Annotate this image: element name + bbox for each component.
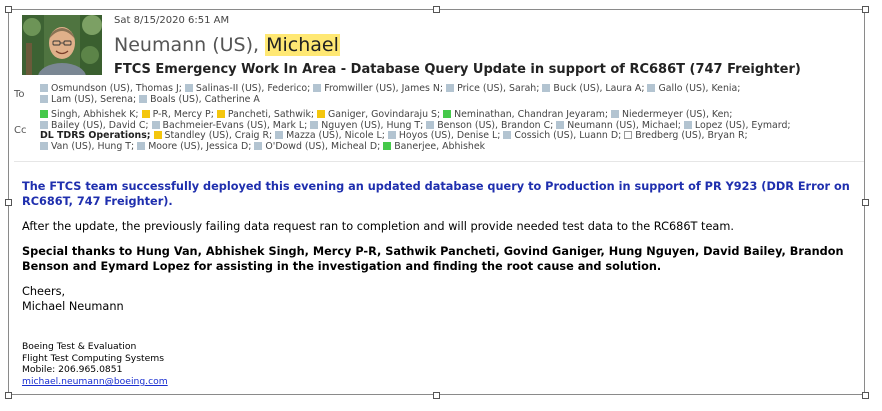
recipient-cossich[interactable]: Cossich (US), Luann D;	[503, 130, 621, 141]
sender-avatar	[22, 15, 102, 75]
recipient-mazza[interactable]: Mazza (US), Nicole L;	[275, 130, 385, 141]
signature-line2: Flight Test Computing Systems	[22, 352, 164, 364]
recipient-lopez[interactable]: Lopez (US), Eymard;	[683, 120, 791, 131]
presence-icon	[542, 84, 551, 92]
recipient-odowd[interactable]: O'Dowd (US), Micheal D;	[254, 141, 380, 152]
presence-icon	[610, 110, 619, 118]
presence-icon	[216, 110, 225, 118]
recipient-moore[interactable]: Moore (US), Jessica D;	[137, 141, 251, 152]
recipient-neumann[interactable]: Neumann (US), Michael;	[556, 120, 681, 131]
recipient-van[interactable]: Van (US), Hung T;	[40, 141, 134, 152]
email-body: The FTCS team successfully deployed this…	[22, 179, 862, 314]
resize-handle-top-right[interactable]	[862, 6, 869, 13]
recipient-bredberg[interactable]: Bredberg (US), Bryan R;	[624, 130, 748, 141]
cc-recipients: Singh, Abhishek K; P-R, Mercy P; Panchet…	[40, 109, 860, 152]
recipient-osmundson[interactable]: Osmundson (US), Thomas J;	[40, 83, 182, 94]
presence-icon	[443, 110, 452, 118]
presence-icon	[426, 120, 435, 129]
presence-icon	[313, 84, 322, 92]
email-signature: Boeing Test & Evaluation Flight Test Com…	[22, 341, 168, 388]
resize-handle-top-left[interactable]	[5, 6, 12, 13]
sender-name[interactable]: Neumann (US), Michael	[114, 34, 340, 56]
recipient-gallo[interactable]: Gallo (US), Kenia;	[647, 83, 740, 94]
header-divider	[14, 161, 864, 162]
recipient-lam[interactable]: Lam (US), Serena;	[40, 94, 136, 105]
resize-handle-top-middle[interactable]	[433, 6, 440, 13]
recipient-price[interactable]: Price (US), Sarah;	[446, 83, 539, 94]
recipient-hoyos[interactable]: Hoyos (US), Denise L;	[387, 130, 500, 141]
presence-icon	[141, 110, 150, 118]
presence-icon	[503, 131, 512, 139]
resize-handle-bottom-left[interactable]	[5, 392, 12, 399]
body-paragraph-thanks: Special thanks to Hung Van, Abhishek Sin…	[22, 245, 844, 273]
presence-icon	[446, 84, 455, 92]
presence-icon	[40, 84, 48, 92]
presence-icon	[275, 131, 284, 139]
presence-icon	[153, 131, 162, 139]
sender-name-prefix: Neumann (US),	[114, 34, 266, 56]
presence-icon	[310, 120, 319, 129]
presence-icon	[184, 84, 193, 92]
signature-line1: Boeing Test & Evaluation	[22, 341, 137, 352]
presence-icon	[683, 120, 692, 129]
body-name: Michael Neumann	[22, 300, 124, 313]
presence-icon	[624, 131, 633, 139]
recipient-buck[interactable]: Buck (US), Laura A;	[542, 83, 645, 94]
sent-date: Sat 8/15/2020 6:51 AM	[114, 15, 230, 26]
cc-label: Cc	[14, 125, 27, 136]
resize-handle-bottom-middle[interactable]	[433, 392, 440, 399]
recipient-niedermeyer[interactable]: Niedermeyer (US), Ken;	[610, 109, 732, 120]
recipient-dl-tdrs-operations[interactable]: DL TDRS Operations;	[40, 130, 151, 141]
resize-handle-bottom-right[interactable]	[862, 392, 869, 399]
presence-icon	[40, 110, 48, 118]
resize-handle-middle-left[interactable]	[5, 199, 12, 206]
recipient-p-r[interactable]: P-R, Mercy P;	[141, 109, 214, 120]
presence-icon	[139, 94, 148, 103]
body-paragraph-announcement: The FTCS team successfully deployed this…	[22, 180, 850, 208]
presence-icon	[40, 94, 48, 103]
to-recipients: Osmundson (US), Thomas J; Salinas-II (US…	[40, 83, 860, 105]
sender-name-highlight: Michael	[265, 34, 340, 56]
presence-icon	[40, 141, 48, 150]
recipient-benson[interactable]: Benson (US), Brandon C;	[426, 120, 553, 131]
resize-handle-middle-right[interactable]	[862, 199, 869, 206]
recipient-salinas[interactable]: Salinas-II (US), Federico;	[184, 83, 310, 94]
recipient-standley[interactable]: Standley (US), Craig R;	[153, 130, 272, 141]
presence-icon	[556, 120, 565, 129]
signature-mobile: Mobile: 206.965.0851	[22, 364, 123, 376]
recipient-fromwiller[interactable]: Fromwiller (US), James N;	[313, 83, 443, 94]
signature-email-link[interactable]: michael.neumann@boeing.com	[22, 376, 168, 387]
recipient-bachmeier-evans[interactable]: Bachmeier-Evans (US), Mark L;	[151, 120, 307, 131]
presence-icon	[387, 131, 396, 139]
presence-icon	[254, 141, 263, 150]
recipient-nguyen[interactable]: Nguyen (US), Hung T;	[310, 120, 423, 131]
to-label: To	[14, 89, 25, 100]
email-subject: FTCS Emergency Work In Area - Database Q…	[114, 62, 801, 77]
presence-icon	[383, 141, 392, 150]
recipient-neminathan[interactable]: Neminathan, Chandran Jeyaram;	[443, 109, 608, 120]
recipient-ganiger[interactable]: Ganiger, Govindaraju S;	[317, 109, 440, 120]
presence-icon	[151, 120, 160, 129]
presence-icon	[647, 84, 656, 92]
recipient-pancheti[interactable]: Pancheti, Sathwik;	[216, 109, 314, 120]
recipient-boals[interactable]: Boals (US), Catherine A	[139, 94, 260, 105]
recipient-singh[interactable]: Singh, Abhishek K;	[40, 109, 139, 120]
recipient-bailey[interactable]: Bailey (US), David C;	[40, 120, 149, 131]
body-paragraph-result: After the update, the previously failing…	[22, 220, 734, 233]
presence-icon	[40, 120, 48, 129]
presence-icon	[137, 141, 146, 150]
body-closing: Cheers,	[22, 285, 66, 298]
presence-icon	[317, 110, 326, 118]
recipient-banerjee[interactable]: Banerjee, Abhishek	[383, 141, 485, 152]
